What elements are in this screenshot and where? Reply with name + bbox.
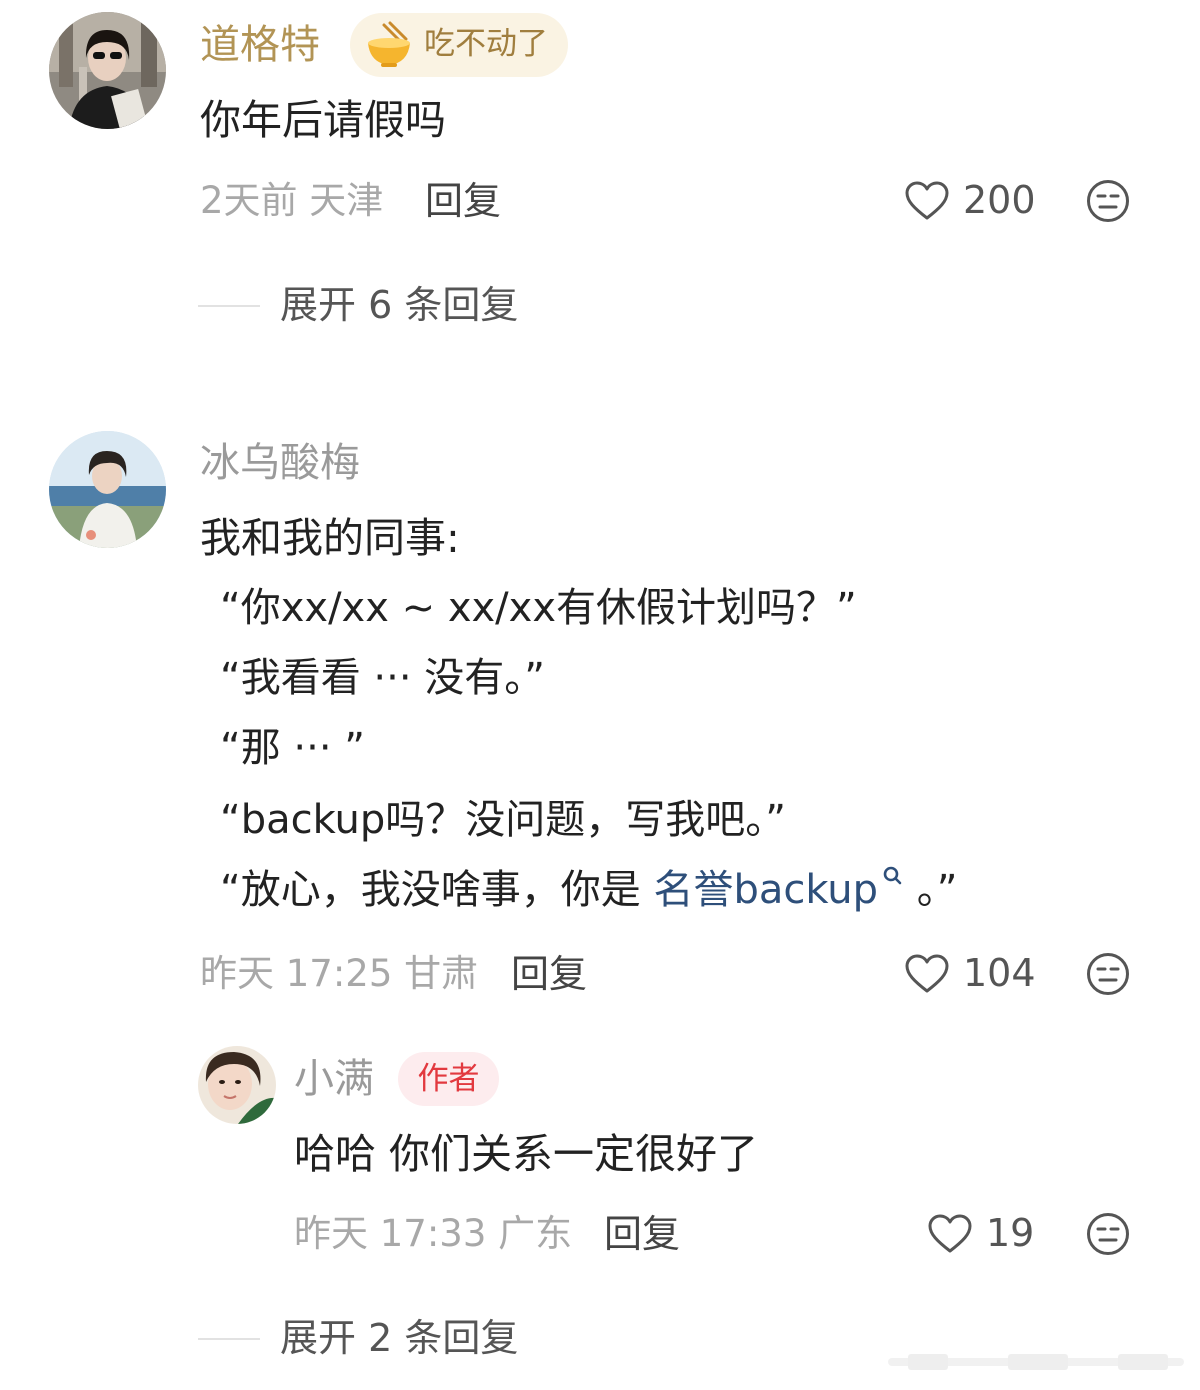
- heart-icon[interactable]: [927, 1213, 973, 1255]
- like-count: 19: [986, 1211, 1035, 1255]
- search-link-label: 名誉backup: [653, 867, 879, 913]
- user-badge-label: 吃不动了: [424, 26, 548, 62]
- expand-replies-button[interactable]: 展开 2 条回复: [280, 1315, 518, 1361]
- reply-button[interactable]: 回复: [511, 951, 587, 997]
- comment-text-line: “我看看 ··· 没有。”: [220, 655, 546, 701]
- expand-replies-button[interactable]: 展开 6 条回复: [280, 282, 518, 328]
- comment-meta: 2天前 天津: [200, 179, 384, 222]
- comment-text: 你年后请假吗: [200, 96, 446, 144]
- expand-divider: [198, 305, 260, 307]
- expand-divider: [198, 1338, 260, 1340]
- username[interactable]: 小满: [294, 1055, 374, 1103]
- author-badge-label: 作者: [417, 1061, 480, 1097]
- comment-text-line: “你xx/xx ~ xx/xx有休假计划吗？”: [220, 585, 857, 631]
- bowl-icon: [368, 21, 410, 67]
- comment-text-suffix: 。”: [916, 867, 958, 913]
- username[interactable]: 冰乌酸梅: [200, 439, 360, 487]
- avatar[interactable]: [49, 431, 166, 548]
- comment-text-line: “backup吗？没问题，写我吧。”: [220, 797, 787, 843]
- emoji-icon[interactable]: [1086, 1212, 1130, 1256]
- like-count: 200: [963, 178, 1036, 222]
- comment-text-line: 我和我的同事:: [200, 514, 460, 562]
- search-link[interactable]: 名誉backup: [653, 866, 904, 913]
- reply-text: 哈哈 你们关系一定很好了: [294, 1130, 759, 1178]
- username[interactable]: 道格特: [200, 21, 320, 69]
- watermark-graphic: [888, 1354, 1184, 1370]
- heart-icon[interactable]: [904, 180, 950, 222]
- avatar[interactable]: [198, 1046, 276, 1124]
- reply-button[interactable]: 回复: [425, 178, 501, 224]
- reply-meta: 昨天 17:33 广东: [294, 1212, 573, 1255]
- comment-meta: 昨天 17:25 甘肃: [200, 952, 479, 995]
- comment-text-prefix: “放心，我没啥事，你是: [220, 867, 641, 913]
- search-icon: [883, 866, 902, 885]
- comment-text-line: “那 ··· ”: [220, 725, 366, 771]
- avatar[interactable]: [49, 12, 166, 129]
- reply-button[interactable]: 回复: [604, 1211, 680, 1257]
- user-badge: 吃不动了: [350, 13, 568, 77]
- heart-icon[interactable]: [904, 953, 950, 995]
- emoji-icon[interactable]: [1086, 952, 1130, 996]
- emoji-icon[interactable]: [1086, 179, 1130, 223]
- like-count: 104: [963, 951, 1036, 995]
- comment-text-line: “放心，我没啥事，你是 名誉backup 。”: [220, 864, 957, 916]
- author-badge: 作者: [398, 1052, 499, 1106]
